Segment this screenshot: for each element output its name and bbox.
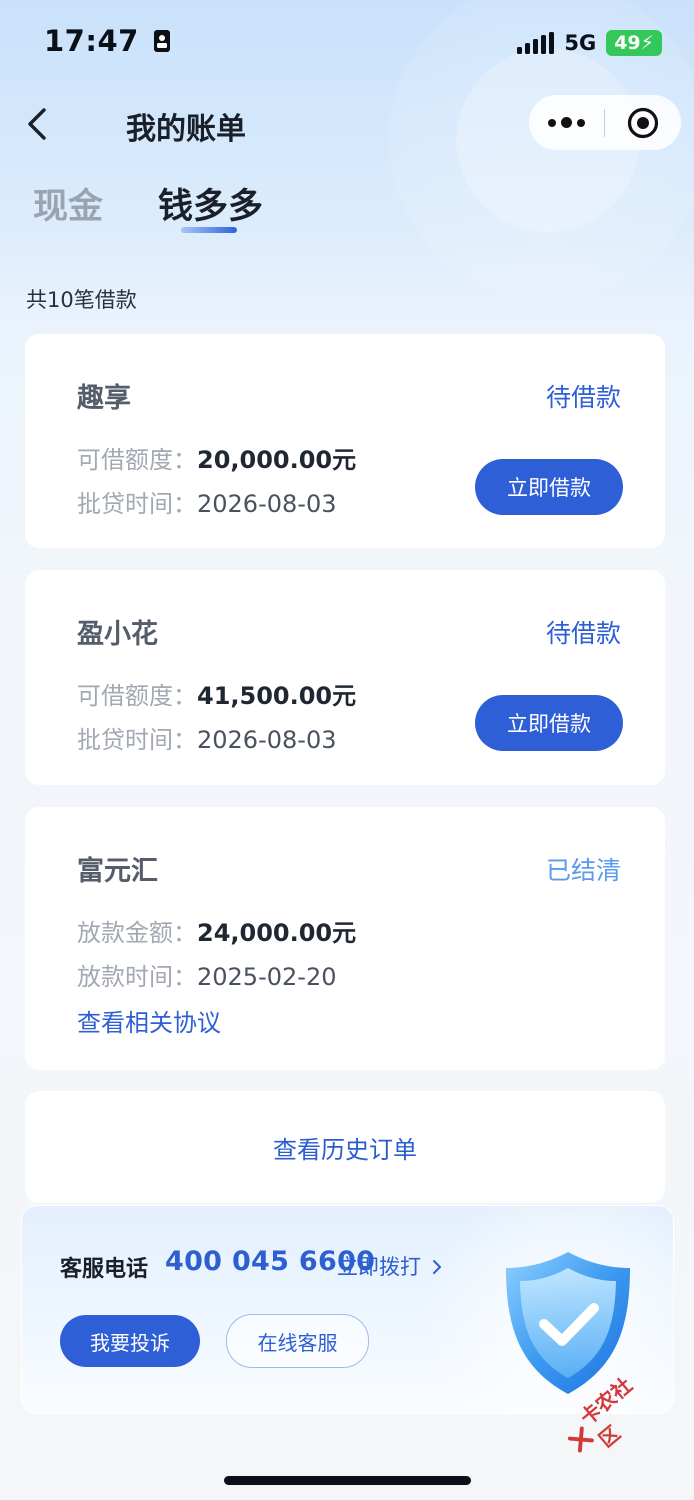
tab-qianduoduo[interactable]: 钱多多 [158,178,263,229]
target-icon[interactable] [605,95,680,150]
network-type: 5G [564,31,597,55]
active-tab-indicator [181,227,237,233]
amount-label: 可借额度： [77,446,197,474]
tab-cash[interactable]: 现金 [33,178,103,229]
date-row: 批贷时间：2026-08-03 [77,484,336,519]
view-history-button[interactable]: 查看历史订单 [25,1091,665,1203]
service-phone-label: 客服电话 [60,1257,149,1282]
view-agreement-link[interactable]: 查看相关协议 [77,1003,221,1038]
page-title: 我的账单 [126,112,246,147]
signal-icon [517,32,555,54]
amount-value: 20,000.00元 [197,446,357,474]
complaint-button[interactable]: 我要投诉 [60,1315,200,1367]
lender-name: 盈小花 [77,619,158,650]
more-dots-icon[interactable] [529,95,604,150]
amount-row: 放款金额：24,000.00元 [77,913,356,948]
date-label: 放款时间： [77,963,197,991]
lender-name: 富元汇 [77,856,158,887]
date-label: 批贷时间： [77,490,197,518]
amount-value: 41,500.00元 [197,682,357,710]
online-service-button[interactable]: 在线客服 [226,1314,369,1368]
back-arrow-icon [28,108,46,140]
borrow-now-button[interactable]: 立即借款 [475,695,623,751]
call-now-link[interactable]: 立即拨打 [337,1251,443,1281]
date-row: 放款时间：2025-02-20 [77,957,336,992]
amount-value: 24,000.00元 [197,919,357,947]
loan-card: 趣享 待借款 可借额度：20,000.00元 批贷时间：2026-08-03 立… [25,334,665,548]
lender-name: 趣享 [77,383,131,414]
date-value: 2026-08-03 [197,726,337,754]
amount-row: 可借额度：41,500.00元 [77,676,356,711]
customer-service-panel: 客服电话 400 045 6600 立即拨打 我要投诉 在线客服 [21,1205,674,1414]
loan-card: 盈小花 待借款 可借额度：41,500.00元 批贷时间：2026-08-03 … [25,570,665,785]
amount-label: 可借额度： [77,682,197,710]
battery-indicator: 49⚡ [606,30,662,56]
loan-status: 待借款 [545,383,621,412]
date-row: 批贷时间：2026-08-03 [77,720,336,755]
loan-count: 共10笔借款 [26,288,137,312]
date-value: 2025-02-20 [197,963,337,991]
borrow-now-button[interactable]: 立即借款 [475,459,623,515]
status-indicators: 5G 49⚡ [517,30,662,56]
date-label: 批贷时间： [77,726,197,754]
loan-status: 待借款 [545,619,621,648]
chevron-right-icon [432,1260,441,1274]
date-value: 2026-08-03 [197,490,337,518]
loan-status: 已结清 [545,856,621,885]
mini-program-capsule [529,95,681,150]
back-button[interactable] [22,104,58,144]
amount-row: 可借额度：20,000.00元 [77,440,356,475]
loan-card: 富元汇 已结清 放款金额：24,000.00元 放款时间：2025-02-20 … [25,807,665,1070]
amount-label: 放款金额： [77,919,197,947]
status-time: 17:47 [44,24,171,58]
sim-card-icon [154,30,171,52]
home-indicator [224,1476,471,1485]
call-now-label: 立即拨打 [337,1255,421,1279]
